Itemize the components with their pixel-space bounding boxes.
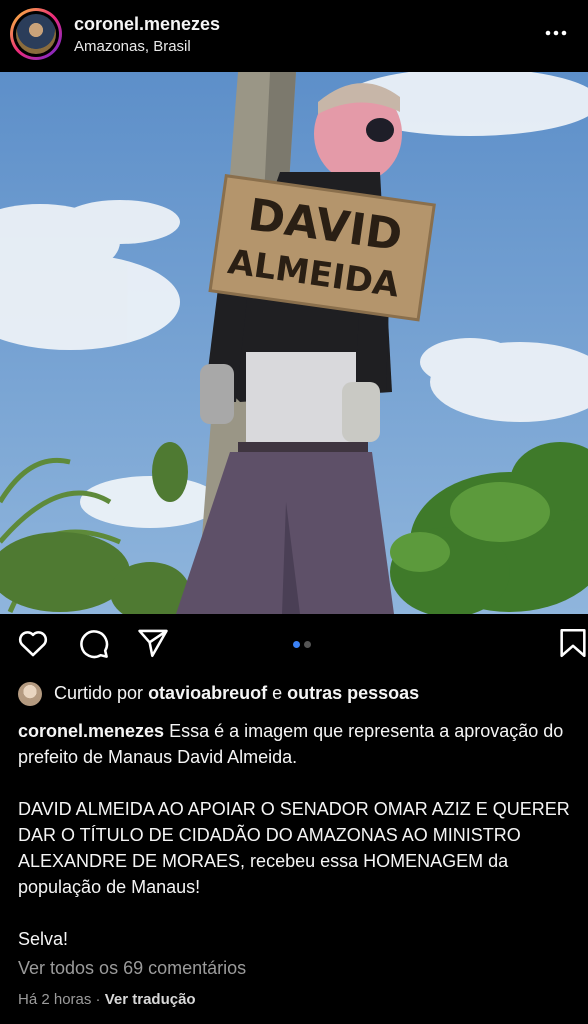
view-all-comments-link[interactable]: Ver todos os 69 comentários: [18, 958, 246, 979]
post-timestamp: Há 2 horas: [18, 991, 92, 1008]
others-link[interactable]: outras pessoas: [287, 683, 419, 703]
photo-illustration: DAVID ALMEIDA: [0, 72, 588, 614]
heart-icon[interactable]: [16, 626, 50, 660]
bookmark-icon[interactable]: [556, 626, 588, 660]
footer-separator: ·: [95, 991, 101, 1008]
liker-username[interactable]: otavioabreuof: [148, 683, 267, 703]
more-options-icon[interactable]: [544, 21, 568, 45]
comment-icon[interactable]: [76, 626, 110, 660]
caption-paragraph-2: DAVID ALMEIDA AO APOIAR O SENADOR OMAR A…: [18, 799, 570, 897]
post-footer: Há 2 horas · Ver tradução: [18, 991, 196, 1008]
username-link[interactable]: coronel.menezes: [74, 14, 220, 35]
carousel-indicator: [293, 635, 315, 653]
carousel-dot: [304, 641, 311, 648]
avatar-photo: [16, 14, 56, 54]
carousel-dot-active: [293, 641, 300, 648]
caption-username[interactable]: coronel.menezes: [18, 721, 164, 741]
post-header: coronel.menezes Amazonas, Brasil: [0, 0, 588, 72]
post-caption: coronel.menezes Essa é a imagem que repr…: [18, 718, 578, 952]
see-translation-link[interactable]: Ver tradução: [105, 991, 196, 1008]
post-photo[interactable]: DAVID ALMEIDA: [0, 72, 588, 614]
likes-conjunction: e: [272, 683, 283, 703]
likes-prefix: Curtido por: [54, 683, 144, 703]
location-link[interactable]: Amazonas, Brasil: [74, 38, 191, 55]
liker-avatar[interactable]: [18, 682, 42, 706]
caption-paragraph-3: Selva!: [18, 929, 69, 949]
share-icon[interactable]: [136, 626, 170, 660]
profile-avatar[interactable]: [10, 8, 62, 60]
